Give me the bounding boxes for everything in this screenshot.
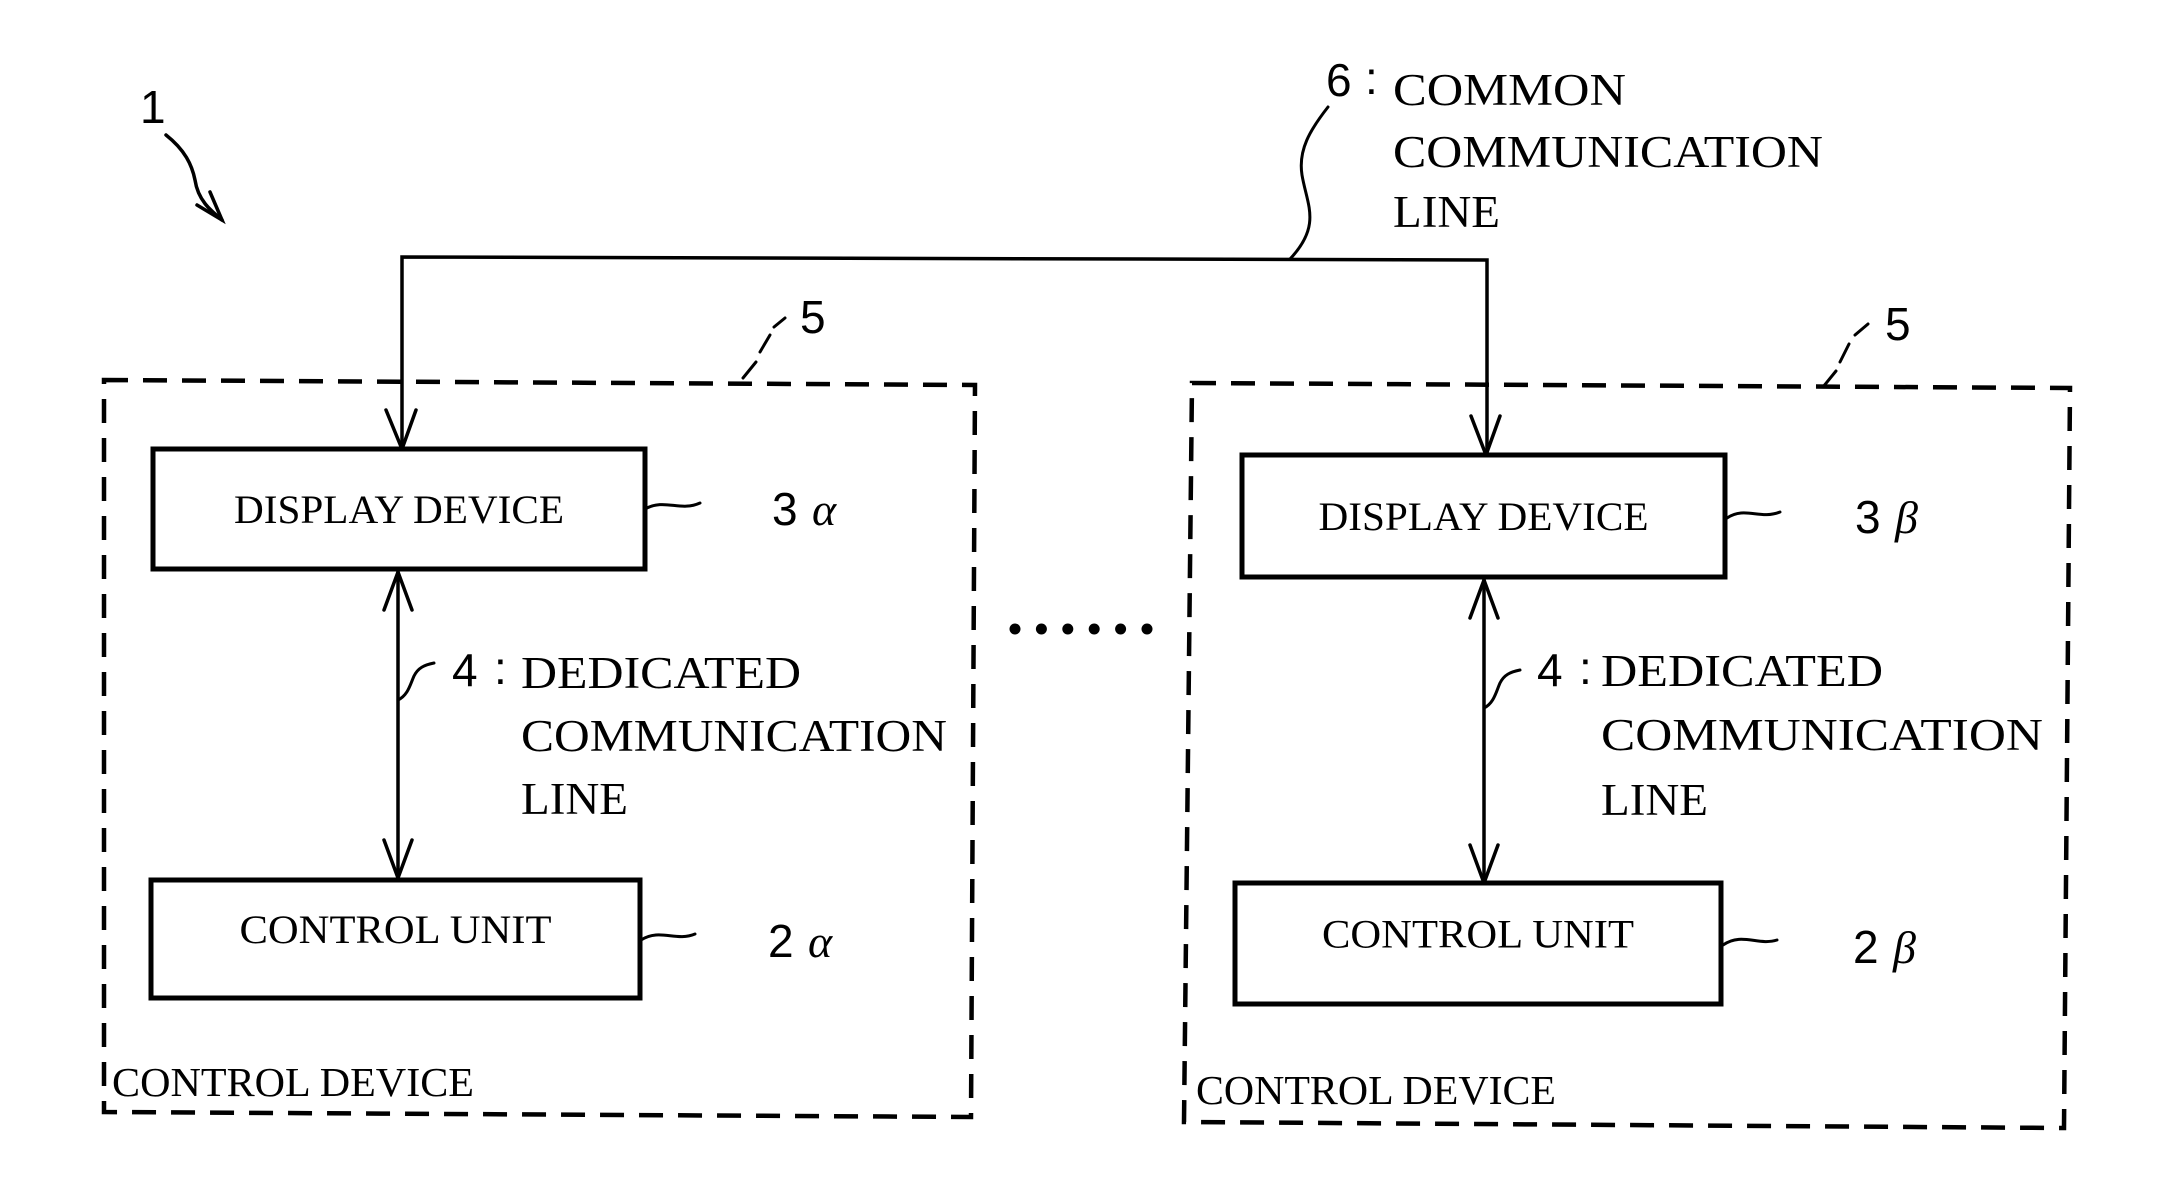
common-line-separator: : [1365, 52, 1378, 104]
control-unit-ref-greek: α [808, 916, 833, 967]
control-unit-ref-number: 2 [1853, 921, 1879, 973]
dedicated-line-leader [1482, 668, 1522, 710]
display-device-label: DISPLAY DEVICE [1319, 494, 1649, 539]
system-ref-arrow [164, 133, 224, 222]
dedicated-line-label-3: LINE [521, 774, 628, 824]
control-device-beta: 5 4: DEDICATED COMMUNICATION LINE DISPLAY DEV… [1181, 298, 2073, 1131]
display-device-ref-greek: β [1894, 492, 1918, 543]
control-unit-ref-leader [639, 932, 697, 942]
control-device-caption: CONTROL DEVICE [112, 1059, 474, 1105]
display-device-ref-number: 3 [1855, 491, 1881, 543]
control-device-alpha: 5 4: DEDICATED COMMUNICATION LINE DISPLAY DEV… [101, 291, 978, 1120]
common-line-label-2: COMMUNICATION [1393, 127, 1823, 177]
ellipsis-dot [1088, 623, 1100, 635]
control-unit-block: CONTROL UNIT 2 β [1232, 880, 1916, 1007]
display-device-block: DISPLAY DEVICE 3 β [1239, 452, 1918, 580]
control-unit-ref-number: 2 [768, 915, 794, 967]
dedicated-line-ref: 4 [452, 644, 478, 696]
dedicated-line-label-2: COMMUNICATION [521, 711, 947, 761]
dedicated-line-label-1: DEDICATED [521, 648, 801, 698]
display-device-label: DISPLAY DEVICE [234, 487, 564, 532]
dedicated-line-ref: 4 [1537, 644, 1563, 696]
ellipsis-dots [1009, 623, 1153, 635]
block-diagram: 1 6 : COMMON COMMUNICATION LINE 54: DEDIC… [101, 52, 2073, 1131]
system-ref-number: 1 [140, 81, 166, 133]
common-line-label-1: COMMON [1393, 65, 1626, 115]
dedicated-line-label-2: COMMUNICATION [1601, 710, 2043, 760]
group-ref-leader [1821, 322, 1870, 389]
control-unit-ref-greek: β [1892, 922, 1916, 973]
dedicated-line-leader [396, 661, 436, 702]
ellipsis-dot [1115, 623, 1127, 635]
control-unit-block: CONTROL UNIT 2 α [148, 877, 833, 1001]
system-reference: 1 [140, 81, 226, 225]
ellipsis-dot [1009, 623, 1021, 635]
dedicated-line-label-3: LINE [1601, 775, 1708, 825]
common-line-ref: 6 [1326, 54, 1352, 106]
group-ref-number: 5 [1885, 298, 1911, 350]
ellipsis-dot [1035, 623, 1047, 635]
dedicated-line-separator: : [494, 642, 507, 694]
common-line-label-3: LINE [1393, 187, 1500, 237]
dedicated-line-label-1: DEDICATED [1601, 646, 1883, 696]
dedicated-line-separator: : [1579, 642, 1592, 694]
display-device-ref-leader [643, 501, 702, 511]
group-ref-number: 5 [800, 291, 826, 343]
control-unit-label: CONTROL UNIT [1322, 912, 1634, 957]
display-device-ref-number: 3 [772, 483, 798, 535]
ellipsis-dot [1062, 623, 1074, 635]
common-line-path [400, 255, 1489, 457]
common-line-leader [1288, 105, 1330, 261]
group-ref-leader [741, 316, 787, 380]
ellipsis-dot [1141, 623, 1153, 635]
control-device-caption: CONTROL DEVICE [1196, 1067, 1556, 1113]
display-device-ref-leader [1725, 510, 1782, 520]
control-unit-label: CONTROL UNIT [240, 907, 552, 952]
control-unit-ref-leader [1721, 937, 1779, 947]
common-communication-line: 6 : COMMON COMMUNICATION LINE [384, 52, 1823, 461]
display-device-block: DISPLAY DEVICE 3 α [150, 446, 837, 572]
display-device-ref-greek: α [812, 484, 837, 535]
